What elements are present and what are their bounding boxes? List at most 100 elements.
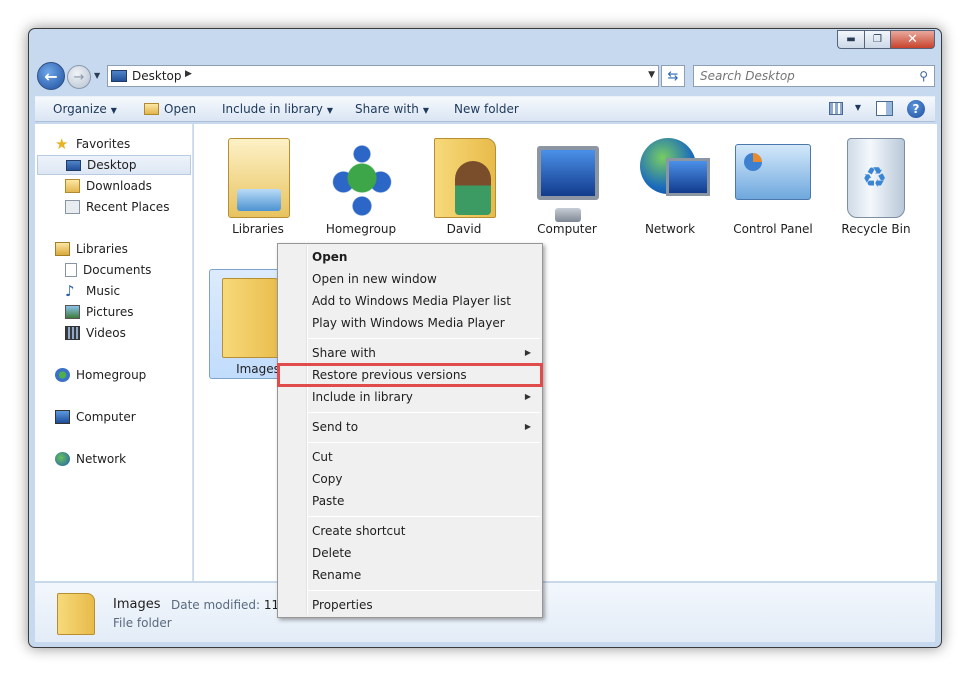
desktop-item-recycle-bin[interactable]: Recycle Bin (830, 130, 922, 238)
menu-separator (308, 590, 540, 591)
nav-downloads[interactable]: Downloads (37, 176, 191, 196)
menu-item-copy[interactable]: Copy (280, 468, 540, 490)
menu-item-label: Cut (312, 450, 333, 464)
network-icon (55, 452, 70, 466)
menu-item-open[interactable]: Open (280, 246, 540, 268)
menu-item-label: Create shortcut (312, 524, 406, 538)
nav-libraries[interactable]: Libraries (37, 239, 191, 259)
change-view-icon[interactable] (829, 102, 843, 115)
documents-icon (65, 263, 77, 277)
item-label: Recycle Bin (841, 222, 911, 236)
desktop-item-network[interactable]: Network (624, 130, 716, 238)
details-date-modified: Date modified: 11/2 (171, 598, 291, 612)
libraries-folder-icon (228, 138, 290, 218)
highlight-box (277, 363, 543, 387)
nav-downloads-label: Downloads (86, 179, 152, 193)
nav-pictures[interactable]: Pictures (37, 302, 191, 322)
menu-separator (308, 338, 540, 339)
share-with-label: Share with (355, 102, 419, 116)
chevron-down-icon: ▼ (110, 106, 117, 115)
menu-item-label: Delete (312, 546, 352, 560)
menu-item-delete[interactable]: Delete (280, 542, 540, 564)
menu-item-label: Properties (312, 598, 373, 612)
search-icon[interactable]: ⚲ (919, 69, 928, 83)
menu-item-send-to[interactable]: Send to ▶ (280, 416, 540, 438)
desktop-icon (66, 159, 81, 171)
homegroup-icon (55, 368, 70, 382)
maximize-button[interactable]: ❐ (864, 30, 890, 49)
menu-item-include-in-library[interactable]: Include in library ▶ (280, 386, 540, 408)
refresh-button[interactable]: ⇆ (661, 65, 685, 87)
open-label: Open (164, 102, 197, 116)
close-button[interactable]: ✕ (890, 30, 935, 49)
minimize-button[interactable]: ▬ (837, 30, 864, 49)
share-with-button[interactable]: Share with ▼ (355, 102, 429, 116)
network-icon (640, 138, 710, 196)
organize-button[interactable]: Organize ▼ (53, 102, 117, 116)
nav-recent-places[interactable]: Recent Places (37, 197, 191, 217)
menu-item-create-shortcut[interactable]: Create shortcut (280, 520, 540, 542)
desktop-item-libraries[interactable]: Libraries (212, 130, 304, 238)
nav-favorites[interactable]: ★ Favorites (37, 134, 191, 154)
nav-videos-label: Videos (86, 326, 126, 340)
nav-desktop-label: Desktop (87, 158, 137, 172)
item-label: Control Panel (733, 222, 813, 236)
address-dropdown-icon[interactable]: ▼ (648, 70, 655, 80)
menu-item-paste[interactable]: Paste (280, 490, 540, 512)
command-bar: Organize ▼ Open Include in library ▼ Share… (35, 96, 935, 122)
search-input[interactable] (700, 68, 900, 84)
menu-item-label: Open (312, 250, 348, 264)
desktop-item-david[interactable]: David (418, 130, 510, 238)
forward-button[interactable]: → (67, 65, 91, 89)
details-date-label: Date modified: (171, 598, 261, 612)
nav-documents[interactable]: Documents (37, 260, 191, 280)
address-row: ← → ▼ Desktop ▶ ▼ ⇆ ⚲ (37, 62, 935, 90)
menu-item-label: Send to (312, 420, 359, 434)
menu-item-label: Add to Windows Media Player list (312, 294, 511, 308)
help-button[interactable]: ? (907, 100, 925, 118)
menu-item-open-new-window[interactable]: Open in new window (280, 268, 540, 290)
help-icon: ? (912, 102, 920, 116)
organize-label: Organize (53, 102, 107, 116)
menu-item-add-wmp-list[interactable]: Add to Windows Media Player list (280, 290, 540, 312)
chevron-down-icon: ▼ (94, 71, 101, 80)
computer-icon (537, 146, 599, 222)
nav-music[interactable]: ♪ Music (37, 281, 191, 301)
include-in-library-button[interactable]: Include in library ▼ (222, 102, 333, 116)
libraries-icon (55, 242, 70, 256)
desktop-item-homegroup[interactable]: Homegroup (315, 130, 407, 238)
open-button[interactable]: Open (144, 102, 196, 116)
recent-pages-button[interactable]: ▼ (94, 71, 100, 80)
user-folder-icon (434, 138, 496, 218)
item-label: Network (644, 222, 696, 236)
new-folder-button[interactable]: New folder (454, 102, 519, 116)
preview-pane-icon[interactable] (876, 101, 893, 116)
view-dropdown-icon[interactable]: ▼ (855, 103, 861, 112)
item-label: Homegroup (325, 222, 397, 236)
menu-item-share-with[interactable]: Share with ▶ (280, 342, 540, 364)
desktop-item-computer[interactable]: Computer (521, 130, 613, 238)
menu-item-play-wmp[interactable]: Play with Windows Media Player (280, 312, 540, 334)
nav-desktop[interactable]: Desktop (37, 155, 191, 175)
nav-videos[interactable]: Videos (37, 323, 191, 343)
nav-computer[interactable]: Computer (37, 407, 191, 427)
menu-item-rename[interactable]: Rename (280, 564, 540, 586)
pictures-icon (65, 305, 80, 319)
nav-network[interactable]: Network (37, 449, 191, 469)
recycle-bin-icon (847, 138, 905, 218)
item-label: David (446, 222, 482, 236)
desktop-item-control-panel[interactable]: Control Panel (727, 130, 819, 238)
chevron-down-icon: ▼ (422, 106, 430, 115)
address-bar[interactable]: Desktop ▶ ▼ (107, 65, 659, 87)
menu-item-properties[interactable]: Properties (280, 594, 540, 616)
submenu-arrow-icon: ▶ (524, 348, 531, 357)
refresh-icon: ⇆ (667, 68, 679, 84)
menu-item-cut[interactable]: Cut (280, 446, 540, 468)
film-strip-icon (65, 326, 80, 340)
address-location[interactable]: Desktop (132, 69, 182, 83)
search-box[interactable]: ⚲ (693, 65, 935, 87)
back-button[interactable]: ← (37, 62, 65, 90)
breadcrumb-chevron-icon[interactable]: ▶ (185, 69, 192, 79)
item-label: Computer (537, 222, 597, 236)
nav-homegroup[interactable]: Homegroup (37, 365, 191, 385)
